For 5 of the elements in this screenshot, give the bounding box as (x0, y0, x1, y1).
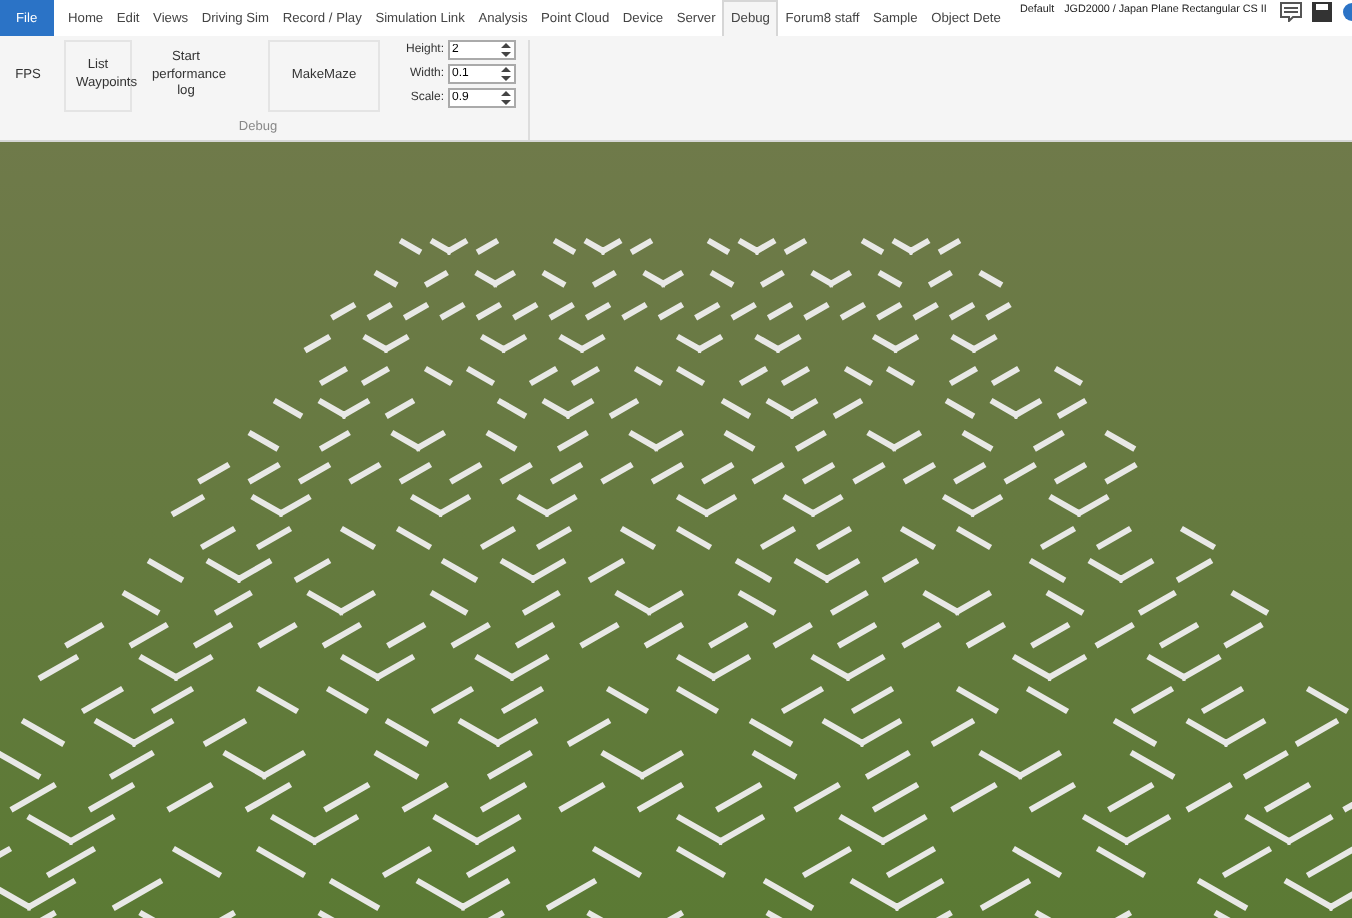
comment-icon[interactable] (1280, 2, 1302, 22)
spinner-arrows-icon[interactable] (500, 90, 512, 106)
save-icon[interactable] (1312, 2, 1332, 22)
spinner-arrows-icon[interactable] (500, 42, 512, 58)
spinner-arrows-icon[interactable] (500, 66, 512, 82)
